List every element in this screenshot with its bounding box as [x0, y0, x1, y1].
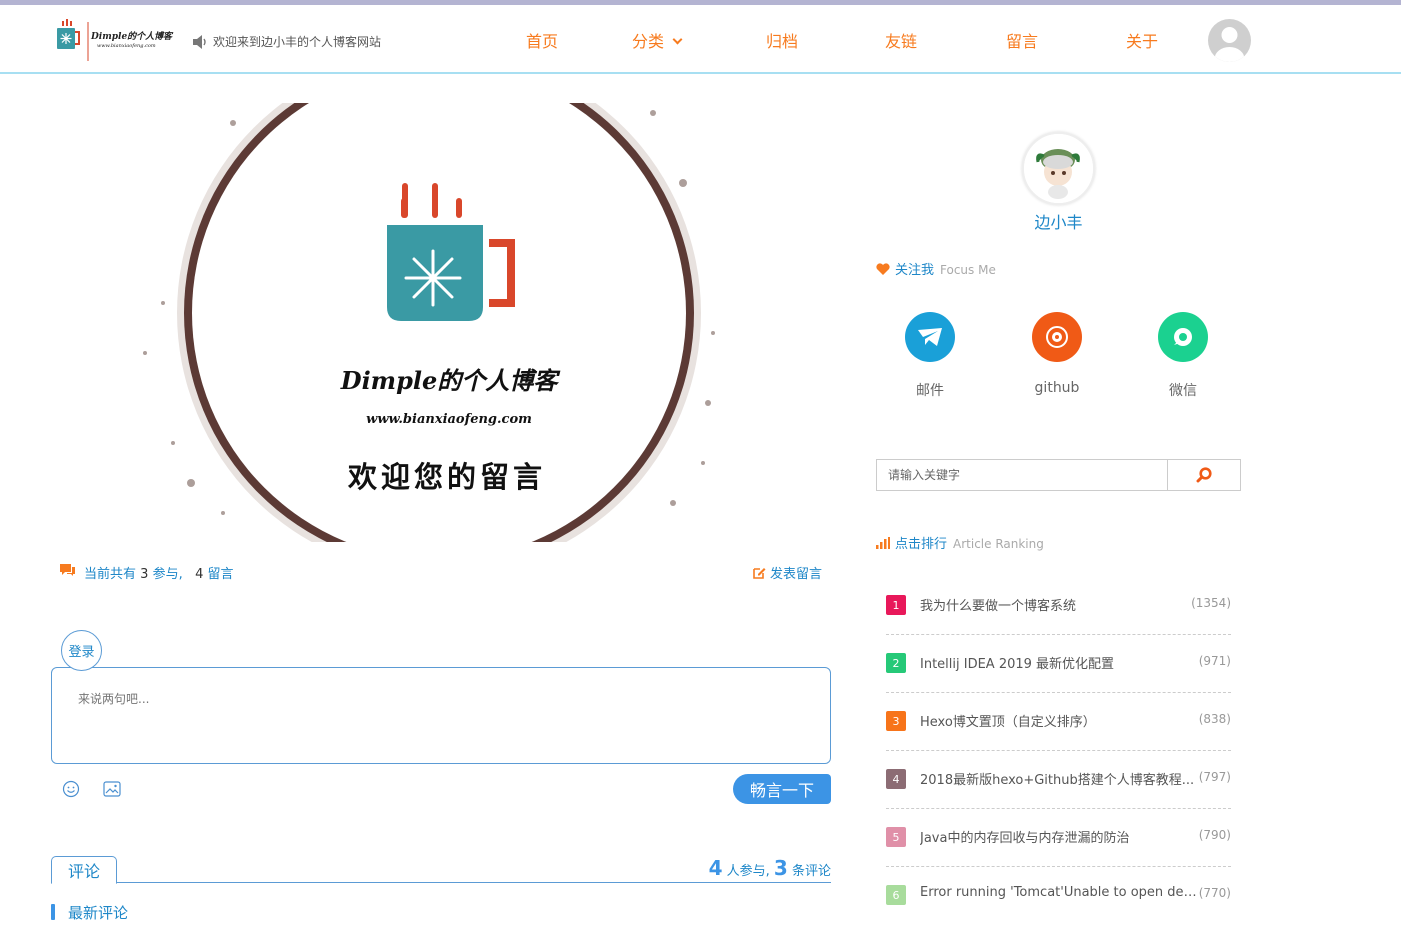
rank-title[interactable]: 我为什么要做一个博客系统 [920, 595, 1200, 614]
rank-title[interactable]: Java中的内存回收与内存泄漏的防治 [920, 827, 1200, 846]
participant-count: 3 [140, 567, 149, 582]
focus-me-title-en: Focus Me [940, 263, 996, 277]
rank-number: 1 [886, 595, 906, 615]
ranking-item[interactable]: 1 我为什么要做一个博客系统 (1354) [886, 577, 1231, 635]
stats-prefix: 当前共有 [84, 567, 137, 582]
rank-number: 2 [886, 653, 906, 673]
participant-total-unit: 人参与, [726, 864, 770, 879]
social-wechat[interactable]: 微信 [1148, 312, 1218, 400]
comment-total-unit: 条评论 [791, 864, 831, 879]
nav-links[interactable]: 友链 [885, 28, 917, 52]
search-button[interactable] [1167, 459, 1241, 491]
comment-total: 3 [773, 856, 788, 880]
github-icon [1032, 312, 1082, 362]
message-stats-row: 当前共有 3 参与, 4 留言 发表留言 [60, 562, 822, 582]
social-wechat-label: 微信 [1169, 383, 1197, 399]
author-avatar[interactable] [1022, 132, 1095, 205]
ranking-title-en: Article Ranking [953, 537, 1044, 551]
banner-tagline: 欢迎您的留言 [347, 460, 546, 494]
message-count: 4 [195, 567, 204, 582]
emoji-icon[interactable] [62, 780, 80, 798]
comment-input[interactable] [51, 667, 831, 764]
svg-text:www.bianxiaofeng.com: www.bianxiaofeng.com [97, 43, 156, 49]
rank-title[interactable]: 2018最新版hexo+Github搭建个人博客教程... [920, 769, 1200, 788]
edit-icon [753, 568, 766, 579]
welcome-text: 欢迎来到边小丰的个人博客网站 [213, 35, 382, 49]
nav-category-label: 分类 [632, 32, 665, 51]
nav-archive[interactable]: 归档 [766, 28, 798, 52]
mail-icon [905, 312, 955, 362]
site-header: Dimple的个人博客 www.bianxiaofeng.com 欢迎来到边小丰… [0, 5, 1401, 74]
rank-count: (770) [1198, 886, 1231, 900]
rank-title[interactable]: Error running 'Tomcat'Unable to open deb… [920, 885, 1200, 900]
chat-icon [60, 564, 75, 576]
rank-count: (1354) [1191, 596, 1231, 610]
nav-home[interactable]: 首页 [526, 28, 558, 52]
image-icon[interactable] [103, 781, 121, 797]
message-stats-text: 当前共有 3 参与, 4 留言 [84, 563, 234, 582]
search-input[interactable] [876, 459, 1168, 491]
ranking-item[interactable]: 6 Error running 'Tomcat'Unable to open d… [886, 867, 1231, 925]
comment-tabs-divider [51, 882, 831, 883]
ranking-item[interactable]: 3 Hexo博文置顶（自定义排序） (838) [886, 693, 1231, 751]
rank-title[interactable]: Intellij IDEA 2019 最新优化配置 [920, 653, 1200, 672]
rank-title[interactable]: Hexo博文置顶（自定义排序） [920, 711, 1200, 730]
login-button[interactable]: 登录 [61, 630, 102, 671]
latest-comments-label: 最新评论 [68, 904, 129, 922]
rank-count: (790) [1198, 828, 1231, 842]
rank-count: (971) [1198, 654, 1231, 668]
rank-count: (797) [1198, 770, 1231, 784]
ranking-item[interactable]: 4 2018最新版hexo+Github搭建个人博客教程... (797) [886, 751, 1231, 809]
rank-number: 6 [886, 885, 906, 905]
social-mail-label: 邮件 [916, 383, 944, 399]
latest-comments-heading: 最新评论 [51, 902, 128, 922]
ranking-title: 点击排行 [895, 537, 948, 552]
svg-text:Dimple的个人博客: Dimple的个人博客 [90, 31, 174, 42]
submit-comment-button[interactable]: 畅言一下 [733, 774, 831, 804]
social-github-label: github [1034, 380, 1080, 396]
nav-about[interactable]: 关于 [1126, 28, 1158, 52]
author-name[interactable]: 边小丰 [1000, 209, 1117, 233]
heading-bar [51, 904, 55, 920]
nav-category[interactable]: 分类 [632, 28, 683, 52]
bar-chart-icon [876, 537, 890, 549]
chevron-down-icon [672, 34, 683, 45]
rank-number: 4 [886, 769, 906, 789]
focus-me-title: 关注我 [895, 263, 935, 278]
banner-url: www.bianxiaofeng.com [366, 412, 532, 427]
social-mail[interactable]: 邮件 [895, 312, 965, 400]
heart-icon [876, 263, 890, 275]
comment-participation-stats: 4 人参与, 3 条评论 [709, 856, 831, 880]
ranking-item[interactable]: 2 Intellij IDEA 2019 最新优化配置 (971) [886, 635, 1231, 693]
user-avatar[interactable] [1208, 19, 1251, 62]
ranking-heading: 点击排行 Article Ranking [876, 533, 1044, 552]
social-github[interactable]: github [1022, 312, 1092, 396]
site-logo[interactable]: Dimple的个人博客 www.bianxiaofeng.com [55, 19, 175, 63]
participant-total: 4 [708, 856, 723, 880]
post-message-link[interactable]: 发表留言 [753, 563, 822, 582]
participant-unit: 参与, [152, 567, 183, 582]
ranking-item[interactable]: 5 Java中的内存回收与内存泄漏的防治 (790) [886, 809, 1231, 867]
rank-number: 5 [886, 827, 906, 847]
banner-title: Dimple的个人博客 [340, 366, 561, 395]
search-icon [1196, 467, 1212, 483]
focus-me-heading: 关注我 Focus Me [876, 259, 996, 278]
speaker-icon [193, 35, 206, 49]
nav-message[interactable]: 留言 [1006, 28, 1038, 52]
tab-comments[interactable]: 评论 [51, 856, 117, 884]
guestbook-banner: Dimple的个人博客 www.bianxiaofeng.com 欢迎您的留言 [133, 103, 745, 542]
message-unit: 留言 [207, 567, 234, 582]
post-message-label: 发表留言 [769, 567, 822, 582]
wechat-icon [1158, 312, 1208, 362]
rank-number: 3 [886, 711, 906, 731]
ranking-list: 1 我为什么要做一个博客系统 (1354) 2 Intellij IDEA 20… [886, 577, 1231, 925]
rank-count: (838) [1198, 712, 1231, 726]
